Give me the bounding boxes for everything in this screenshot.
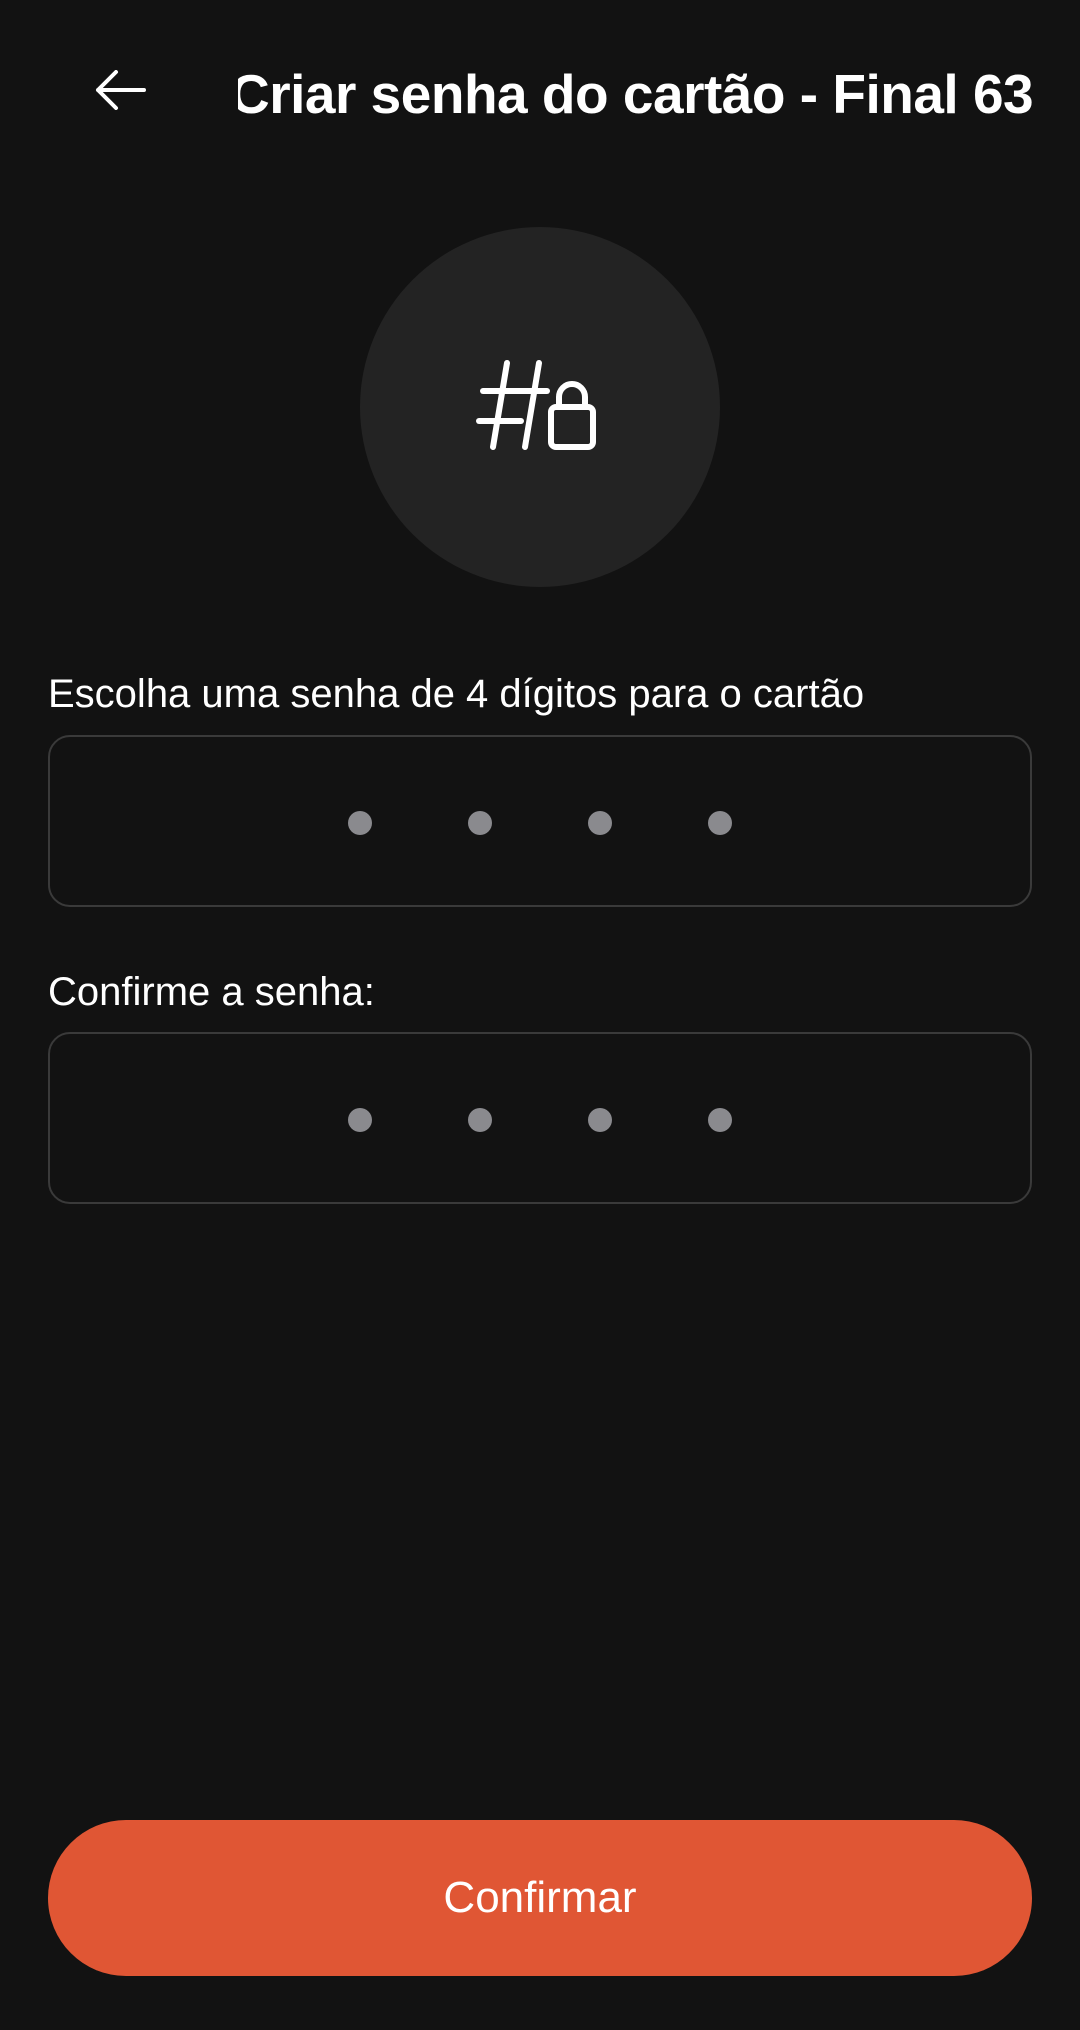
confirm-pin-input[interactable] [48, 1032, 1032, 1204]
page-title-container: Criar senha do cartão - Final 63 [238, 52, 1034, 136]
page-title: Criar senha do cartão - Final 63 [238, 63, 1034, 125]
hero-icon-circle [360, 227, 720, 587]
pin-dot [348, 1108, 372, 1132]
pin-dot [588, 1108, 612, 1132]
pin-dot [348, 811, 372, 835]
pin-dot [708, 1108, 732, 1132]
pin-dot [468, 1108, 492, 1132]
hash-lock-icon [475, 355, 605, 460]
pin-dot [468, 811, 492, 835]
confirm-pin-label: Confirme a senha: [48, 970, 375, 1014]
pin-input[interactable] [48, 735, 1032, 907]
back-button[interactable] [80, 50, 160, 134]
confirm-button[interactable]: Confirmar [48, 1820, 1032, 1976]
pin-dot [588, 811, 612, 835]
arrow-left-icon [94, 69, 146, 115]
pin-label: Escolha uma senha de 4 dígitos para o ca… [48, 672, 865, 716]
pin-dot [708, 811, 732, 835]
